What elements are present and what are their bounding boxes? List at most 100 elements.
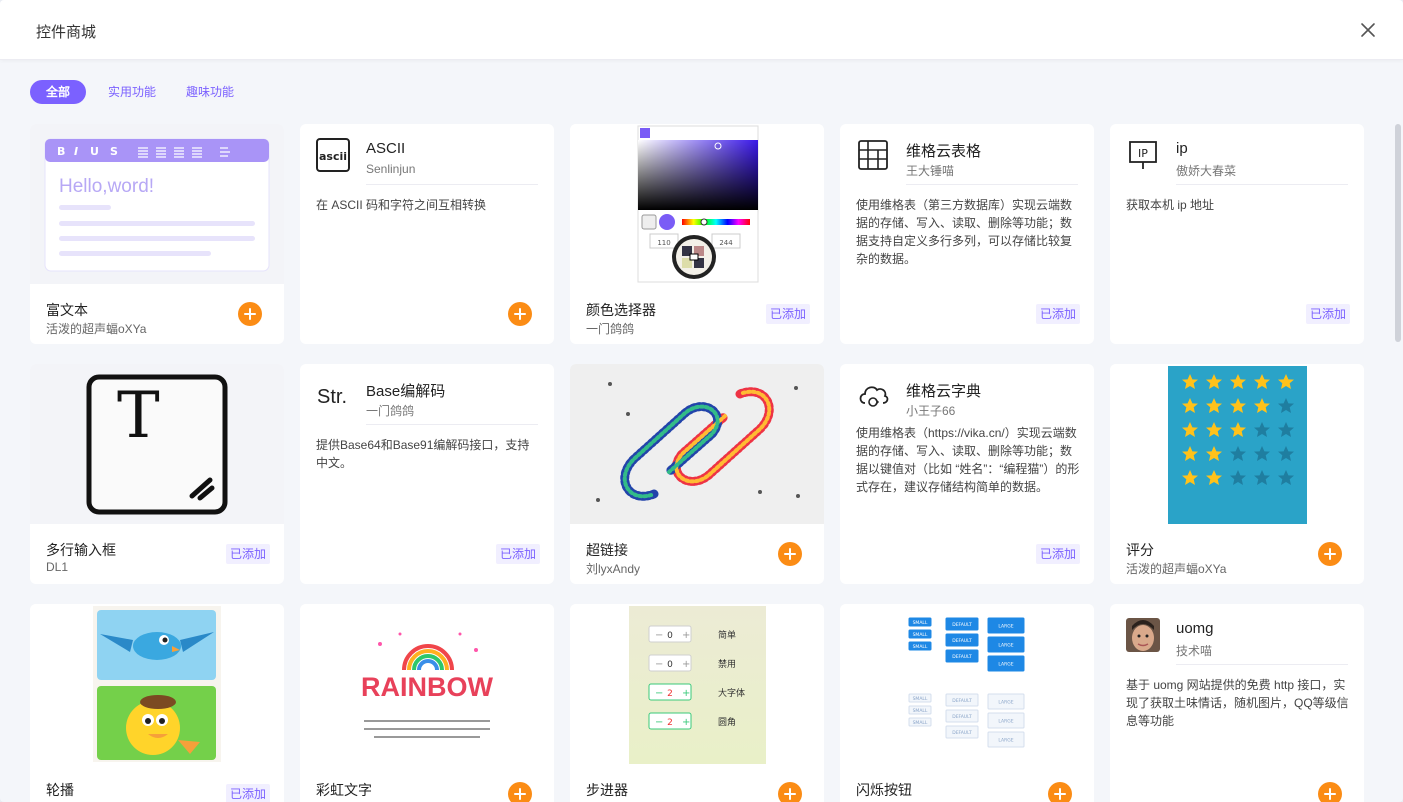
widget-card-ip[interactable]: IP ip 傲娇大春菜 获取本机 ip 地址 已添加	[1110, 124, 1364, 344]
add-widget-button[interactable]	[508, 782, 532, 802]
flash-button-preview: SMALL SMALL SMALL DEFAULT DEFAULT DEFAULT LARG…	[840, 604, 1094, 764]
added-badge[interactable]: 已添加	[226, 544, 271, 564]
widget-card-vika-dict[interactable]: 维格云字典 小王子66 使用维格表（https://vika.cn/）实现云端数…	[840, 364, 1094, 584]
divider	[1176, 184, 1348, 185]
widget-card-ascii[interactable]: ascii ASCII Senlinjun 在 ASCII 码和字符之间互相转换	[300, 124, 554, 344]
widget-name: 步进器	[586, 782, 628, 798]
cloud-icon	[856, 378, 890, 412]
added-badge[interactable]: 已添加	[1036, 304, 1081, 324]
widget-author: 刘lyxAndy	[586, 562, 641, 576]
tab-utility[interactable]: 实用功能	[100, 80, 164, 104]
ascii-icon: ascii	[316, 138, 350, 172]
add-widget-button[interactable]	[1048, 782, 1072, 802]
str-icon: Str.	[316, 378, 350, 412]
add-widget-button[interactable]	[778, 782, 802, 802]
widget-description: 基于 uomg 网站提供的免费 http 接口，实现了获取土味情话，随机图片，Q…	[1126, 678, 1349, 728]
widget-card-base-codec[interactable]: Str. Base编解码 一门鸽鸽 提供Base64和Base91编解码接口，支…	[300, 364, 554, 584]
widget-author: 技术喵	[1176, 644, 1213, 658]
tab-all[interactable]: 全部	[30, 80, 87, 104]
avatar	[1126, 618, 1160, 652]
added-badge[interactable]: 已添加	[496, 544, 541, 564]
svg-text:SMALL: SMALL	[913, 696, 928, 702]
svg-text:LARGE: LARGE	[998, 662, 1013, 668]
svg-text:DEFAULT: DEFAULT	[952, 714, 972, 720]
tab-fun[interactable]: 趣味功能	[178, 80, 242, 104]
added-badge[interactable]: 已添加	[1036, 544, 1081, 564]
svg-text:SMALL: SMALL	[913, 620, 928, 626]
widget-author: 一门鸽鸽	[366, 404, 415, 418]
close-icon	[1361, 23, 1375, 37]
svg-text:DEFAULT: DEFAULT	[952, 654, 972, 660]
widget-author: 傲娇大春菜	[1176, 164, 1237, 178]
scrollbar[interactable]	[1395, 124, 1401, 342]
widget-author: 活泼的超声蝠oXYa	[46, 322, 147, 336]
stepper-label: 圆角	[718, 716, 736, 728]
dialog-header: 控件商城	[0, 0, 1403, 60]
divider	[366, 424, 538, 425]
widget-card-rating[interactable]: 评分 活泼的超声蝠oXYa	[1110, 364, 1364, 584]
svg-text:I: I	[74, 145, 78, 158]
svg-text:244: 244	[719, 239, 733, 247]
svg-text:−: −	[655, 717, 663, 728]
rainbow-text-preview: RAINBOW	[300, 604, 554, 764]
widget-card-vika-table[interactable]: 维格云表格 王大锤喵 使用维格表（第三方数据库）实现云端数据的存储、写入、读取、…	[840, 124, 1094, 344]
widget-author: 一门鸽鸽	[586, 322, 635, 336]
rating-preview	[1110, 364, 1364, 524]
widget-name: 多行输入框	[46, 542, 116, 558]
widget-store-dialog: 控件商城 全部 实用功能 趣味功能 BIUS Hello,word! 富文本 活…	[0, 0, 1403, 802]
widget-name: 颜色选择器	[586, 302, 656, 318]
ip-icon: IP	[1126, 138, 1160, 172]
category-tabs: 全部 实用功能 趣味功能	[30, 80, 242, 104]
widget-card-carousel[interactable]: 轮播 已添加	[30, 604, 284, 802]
widget-card-rich-text[interactable]: BIUS Hello,word! 富文本 活泼的超声蝠oXYa	[30, 124, 284, 344]
svg-text:LARGE: LARGE	[998, 719, 1013, 725]
svg-text:LARGE: LARGE	[998, 643, 1013, 649]
dialog-title: 控件商城	[36, 24, 97, 41]
svg-text:−: −	[655, 688, 663, 699]
add-widget-button[interactable]	[778, 542, 802, 566]
divider	[906, 184, 1078, 185]
stepper-label: 简单	[718, 629, 736, 641]
svg-text:SMALL: SMALL	[913, 644, 928, 650]
svg-text:+: +	[682, 659, 690, 670]
widget-card-rainbow-text[interactable]: RAINBOW 彩虹文字	[300, 604, 554, 802]
widget-description: 获取本机 ip 地址	[1126, 198, 1215, 212]
widget-card-uomg[interactable]: uomg 技术喵 基于 uomg 网站提供的免费 http 接口，实现了获取土味…	[1110, 604, 1364, 802]
svg-text:DEFAULT: DEFAULT	[952, 638, 972, 644]
svg-text:LARGE: LARGE	[998, 700, 1013, 706]
stepper-value: 0	[667, 631, 673, 641]
divider	[1176, 664, 1348, 665]
widget-author: 王大锤喵	[906, 164, 955, 178]
hyperlink-preview	[570, 364, 824, 524]
widget-card-color-picker[interactable]: 110 244 颜色选择器 一门鸽鸽 已添加	[570, 124, 824, 344]
table-icon	[856, 138, 890, 172]
widget-card-flash-button[interactable]: SMALL SMALL SMALL DEFAULT DEFAULT DEFAULT LARG…	[840, 604, 1094, 802]
multiline-input-preview: T	[30, 364, 284, 524]
add-widget-button[interactable]	[508, 302, 532, 326]
close-button[interactable]	[1356, 18, 1380, 42]
added-badge[interactable]: 已添加	[1306, 304, 1351, 324]
svg-text:B: B	[57, 145, 65, 158]
add-widget-button[interactable]	[1318, 782, 1342, 802]
widget-author: Senlinjun	[366, 162, 416, 176]
stepper-label: 禁用	[718, 659, 736, 670]
svg-text:RAINBOW: RAINBOW	[361, 672, 493, 702]
svg-text:SMALL: SMALL	[913, 708, 928, 714]
add-widget-button[interactable]	[1318, 542, 1342, 566]
svg-text:−: −	[655, 630, 663, 641]
widget-card-multiline-input[interactable]: T 多行输入框 DL1 已添加	[30, 364, 284, 584]
added-badge[interactable]: 已添加	[766, 304, 811, 324]
add-widget-button[interactable]	[238, 302, 262, 326]
widget-author: 小王子66	[906, 404, 956, 418]
svg-text:U: U	[90, 145, 99, 158]
widget-description: 使用维格表（第三方数据库）实现云端数据的存储、写入、读取、删除等功能；数据支持自…	[856, 198, 1073, 266]
svg-text:DEFAULT: DEFAULT	[952, 730, 972, 736]
widget-name: 维格云字典	[906, 383, 982, 400]
svg-text:−: −	[655, 659, 663, 670]
widget-name: ASCII	[366, 140, 406, 157]
widget-card-stepper[interactable]: −0 + 简单 −0 + 禁用 −2 + 大字体 −2 + 圆角 步进器	[570, 604, 824, 802]
widget-card-hyperlink[interactable]: 超链接 刘lyxAndy	[570, 364, 824, 584]
svg-text:LARGE: LARGE	[998, 624, 1013, 630]
added-badge[interactable]: 已添加	[226, 784, 271, 802]
svg-text:DEFAULT: DEFAULT	[952, 622, 972, 628]
